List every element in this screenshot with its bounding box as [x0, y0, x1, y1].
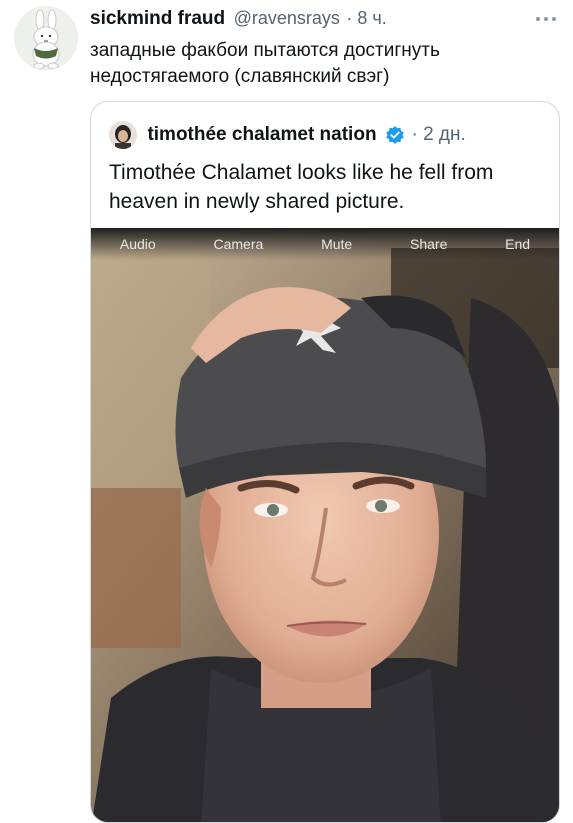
call-audio-button: Audio	[119, 236, 156, 252]
quoted-avatar-icon	[109, 121, 137, 149]
quoted-text: Timothée Chalamet looks like he fell fro…	[109, 161, 494, 213]
quoted-header: timothée chalamet nation · 2 дн.	[109, 121, 466, 151]
verified-badge-icon	[385, 125, 405, 145]
call-share-button: Share	[410, 236, 448, 252]
call-end-button: End	[505, 236, 531, 252]
more-button[interactable]	[535, 12, 557, 24]
video-call-bar: Audio Camera Mute Share End	[91, 228, 559, 260]
author-avatar[interactable]	[14, 6, 78, 70]
author-name[interactable]: sickmind fraud	[90, 8, 225, 29]
author-handle[interactable]: @ravensrays	[234, 8, 340, 28]
call-camera-button: Camera	[213, 236, 264, 252]
quoted-tweet-card[interactable]: timothée chalamet nation · 2 дн. Timothé…	[90, 101, 560, 823]
quoted-author-name[interactable]: timothée chalamet nation	[147, 124, 376, 145]
quoted-photo[interactable]: Audio Camera Mute Share End	[91, 228, 559, 822]
quoted-avatar[interactable]	[109, 121, 137, 149]
tweet-text: западные факбои пытаются достигнуть недо…	[90, 40, 440, 87]
bunny-avatar-icon	[14, 6, 78, 70]
call-mute-button: Mute	[321, 236, 353, 252]
tweet-header: sickmind fraud @ravensrays · 8 ч.	[90, 8, 557, 30]
tweet-time[interactable]: · 8 ч.	[346, 8, 386, 28]
more-dots-icon	[536, 17, 556, 21]
selfie-photo	[91, 228, 559, 822]
quoted-time[interactable]: · 2 дн.	[411, 124, 465, 145]
